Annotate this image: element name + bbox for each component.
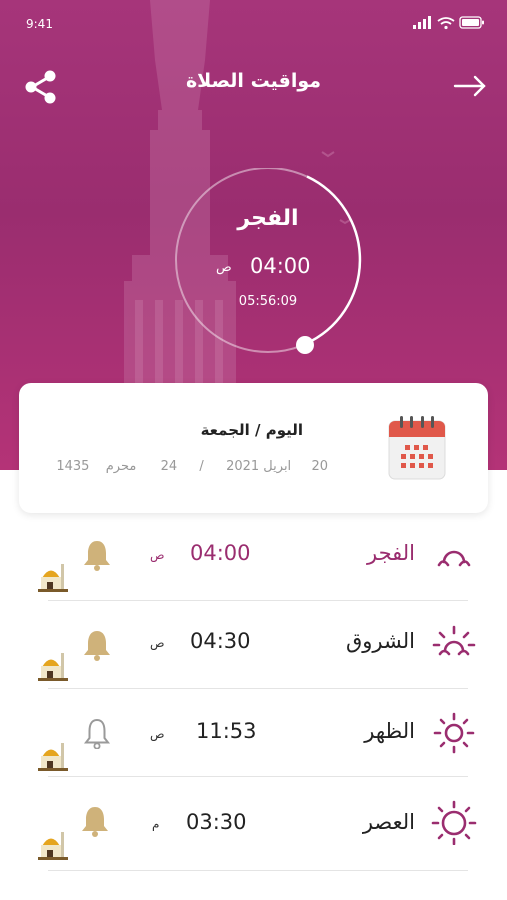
date-card: اليوم / الجمعة 1435 محرم 24 / ابريل 2021…: [19, 383, 488, 513]
prayer-row-fajr[interactable]: الفجر 04:00 ص: [0, 513, 507, 601]
prayer-row-shorouq[interactable]: الشروق 04:30 ص: [0, 601, 507, 689]
status-bar: 9:41: [0, 0, 507, 50]
hijri-day: 24: [160, 459, 178, 474]
mosque-icon: [38, 832, 68, 860]
page-title: مواقيت الصلاة: [185, 70, 322, 92]
next-prayer-name: الفجر: [237, 206, 299, 231]
prayer-time: 04:30: [190, 629, 251, 653]
prayer-name: الفجر: [367, 541, 415, 565]
next-prayer-circle: الفجر 04:00 ص 05:56:09: [168, 168, 368, 358]
prayer-row-dhuhr[interactable]: الظهر 11:53 ص: [0, 689, 507, 777]
bell-icon[interactable]: [80, 805, 110, 837]
afternoon-sun-icon: [431, 800, 477, 845]
calendar-icon[interactable]: [388, 415, 446, 481]
prayer-ampm: ص: [150, 727, 165, 741]
status-time: 9:41: [26, 17, 53, 31]
prayer-ampm: ص: [150, 636, 165, 650]
mosque-icon: [38, 564, 68, 592]
arrow-right-icon: [453, 75, 486, 97]
prayer-name: الشروق: [346, 629, 415, 653]
hijri-month: محرم: [105, 459, 137, 474]
countdown-timer: 05:56:09: [238, 294, 298, 309]
date-separator: /: [199, 459, 204, 474]
gregorian-day: 20: [311, 459, 328, 474]
hijri-year: 1435: [56, 459, 90, 474]
signal-icon: [413, 16, 431, 29]
prayer-ampm: ص: [150, 548, 165, 562]
wifi-icon: [437, 17, 455, 25]
back-button[interactable]: [453, 72, 487, 100]
prayer-name: العصر: [362, 810, 415, 834]
fajr-icon: [437, 550, 471, 567]
bell-icon[interactable]: [82, 539, 112, 571]
day-label: اليوم / الجمعة: [200, 421, 303, 439]
status-icons: [413, 16, 484, 30]
bell-outline-icon[interactable]: [82, 717, 112, 749]
progress-knob: [296, 336, 314, 354]
next-prayer-ampm: ص: [216, 260, 232, 275]
next-prayer-time: 04:00: [250, 254, 311, 278]
row-divider: [48, 870, 468, 871]
mosque-icon: [38, 743, 68, 771]
mosque-icon: [38, 653, 68, 681]
bell-icon[interactable]: [82, 629, 112, 661]
date-line: 1435 محرم 24 / ابريل 2021 20: [56, 459, 328, 474]
prayer-row-asr[interactable]: العصر 03:30 م: [0, 777, 507, 871]
prayer-time: 03:30: [186, 810, 247, 834]
prayer-time: 11:53: [196, 719, 257, 743]
sunrise-icon: [432, 625, 476, 656]
prayer-name: الظهر: [364, 719, 415, 743]
battery-icon: [459, 16, 484, 29]
prayer-time: 04:00: [190, 541, 251, 565]
sun-icon: [433, 712, 475, 754]
prayer-ampm: م: [152, 817, 160, 831]
gregorian-month-year: ابريل 2021: [226, 459, 292, 474]
